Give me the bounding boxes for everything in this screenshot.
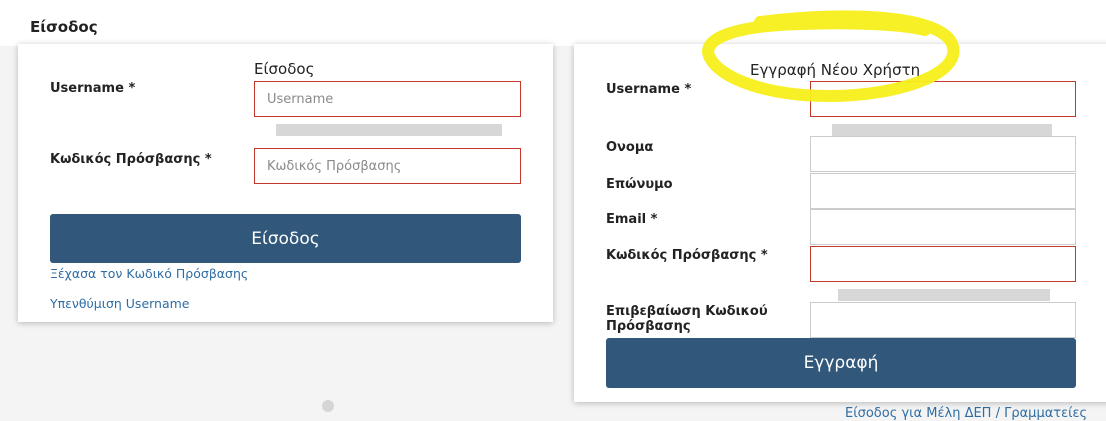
login-submit-button[interactable]: Είσοδος (50, 214, 521, 263)
carousel-dot[interactable] (322, 400, 334, 412)
last-name-label: Επώνυμο (606, 177, 673, 192)
register-username-label: Username * (606, 82, 692, 97)
confirm-password-label: Επιβεβαίωση Κωδικού Πρόσβασης (606, 304, 768, 334)
login-username-input[interactable] (254, 81, 521, 117)
confirm-password-input[interactable] (810, 302, 1076, 338)
members-login-link[interactable]: Είσοδος για Μέλη ΔΕΠ / Γραμματείες (845, 406, 1087, 421)
email-input[interactable] (810, 209, 1076, 245)
login-card: Είσοδος Username * Κωδικός Πρόσβασης * Ε… (18, 44, 553, 322)
register-heading: Εγγραφή Νέου Χρήστη (750, 61, 921, 79)
last-name-input[interactable] (810, 173, 1076, 209)
login-password-label: Κωδικός Πρόσβασης * (50, 152, 212, 167)
page-header (0, 0, 1106, 46)
register-submit-button[interactable]: Εγγραφή (606, 338, 1076, 388)
redacted-text (832, 124, 1052, 136)
register-username-input[interactable] (810, 81, 1076, 117)
first-name-input[interactable] (810, 136, 1076, 172)
redacted-text (838, 289, 1050, 301)
redacted-text (276, 124, 502, 136)
page-title: Είσοδος (30, 18, 98, 36)
remind-username-link[interactable]: Υπενθύμιση Username (50, 296, 190, 311)
login-heading: Είσοδος (254, 60, 315, 78)
register-card: Εγγραφή Νέου Χρήστη Username * Ονομα Επώ… (574, 44, 1106, 402)
email-label: Email * (606, 212, 658, 227)
register-password-input[interactable] (810, 246, 1076, 282)
register-password-label: Κωδικός Πρόσβασης * (606, 248, 768, 263)
first-name-label: Ονομα (606, 140, 654, 155)
login-password-input[interactable] (254, 148, 521, 184)
forgot-password-link[interactable]: Ξέχασα τον Κωδικό Πρόσβασης (50, 266, 248, 281)
login-username-label: Username * (50, 81, 136, 96)
